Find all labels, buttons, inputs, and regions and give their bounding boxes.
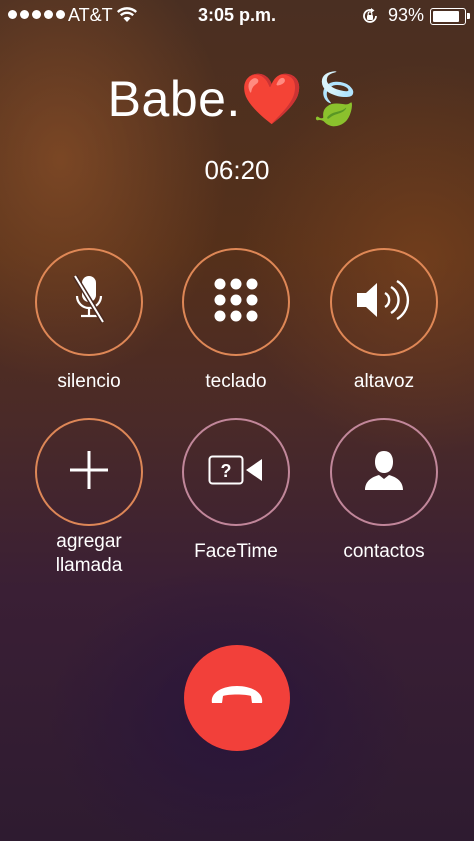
rotation-lock-icon <box>360 6 380 31</box>
mute-button[interactable] <box>35 248 143 356</box>
svg-text:?: ? <box>221 461 232 481</box>
call-duration: 06:20 <box>204 155 270 185</box>
contacts-label: contactos <box>343 541 425 562</box>
keypad-button[interactable] <box>182 248 290 356</box>
add-call-button[interactable] <box>35 418 143 526</box>
contact-icon <box>362 448 406 497</box>
end-call-icon <box>208 683 266 714</box>
facetime-icon: ? <box>208 455 264 490</box>
speaker-icon <box>355 278 413 327</box>
mute-label: silencio <box>57 371 121 392</box>
facetime-button[interactable]: ? <box>182 418 290 526</box>
add-call-label: agregar llamada <box>55 531 123 576</box>
mute-icon <box>69 272 109 333</box>
end-call-button[interactable] <box>184 645 290 751</box>
keypad-label: teclado <box>205 371 267 392</box>
facetime-label: FaceTime <box>194 541 278 562</box>
caller-name: Babe.❤️🍃 <box>107 71 367 127</box>
add-icon <box>68 449 110 496</box>
contacts-button[interactable] <box>330 418 438 526</box>
battery-percent: 93% <box>388 5 425 25</box>
keypad-icon <box>213 277 259 328</box>
status-bar: AT&T 3:05 p.m. 93% <box>0 0 474 30</box>
speaker-label: altavoz <box>353 371 415 392</box>
speaker-button[interactable] <box>330 248 438 356</box>
battery-icon <box>430 8 470 25</box>
